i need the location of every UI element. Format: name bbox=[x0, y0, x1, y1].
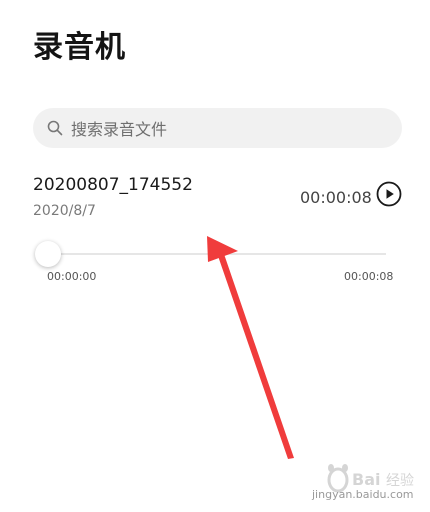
progress-thumb[interactable] bbox=[35, 241, 61, 267]
progress-track[interactable] bbox=[48, 253, 386, 255]
watermark-url: jingyan.baidu.com bbox=[312, 488, 414, 501]
recording-name[interactable]: 20200807_174552 bbox=[33, 175, 193, 195]
svg-text:经验: 经验 bbox=[386, 473, 414, 489]
current-time: 00:00:00 bbox=[47, 270, 97, 283]
search-icon bbox=[47, 120, 63, 136]
app-title: 录音机 bbox=[33, 30, 126, 65]
annotation-arrow bbox=[207, 236, 294, 459]
play-icon bbox=[376, 181, 402, 211]
search-placeholder[interactable]: 搜索录音文件 bbox=[71, 116, 167, 140]
search-bar[interactable]: 搜索录音文件 bbox=[33, 108, 402, 148]
recording-duration: 00:00:08 bbox=[300, 188, 372, 207]
play-button[interactable] bbox=[376, 181, 402, 211]
svg-text:Bai: Bai bbox=[352, 470, 380, 489]
recording-date: 2020/8/7 bbox=[33, 203, 96, 219]
total-time: 00:00:08 bbox=[344, 270, 394, 283]
